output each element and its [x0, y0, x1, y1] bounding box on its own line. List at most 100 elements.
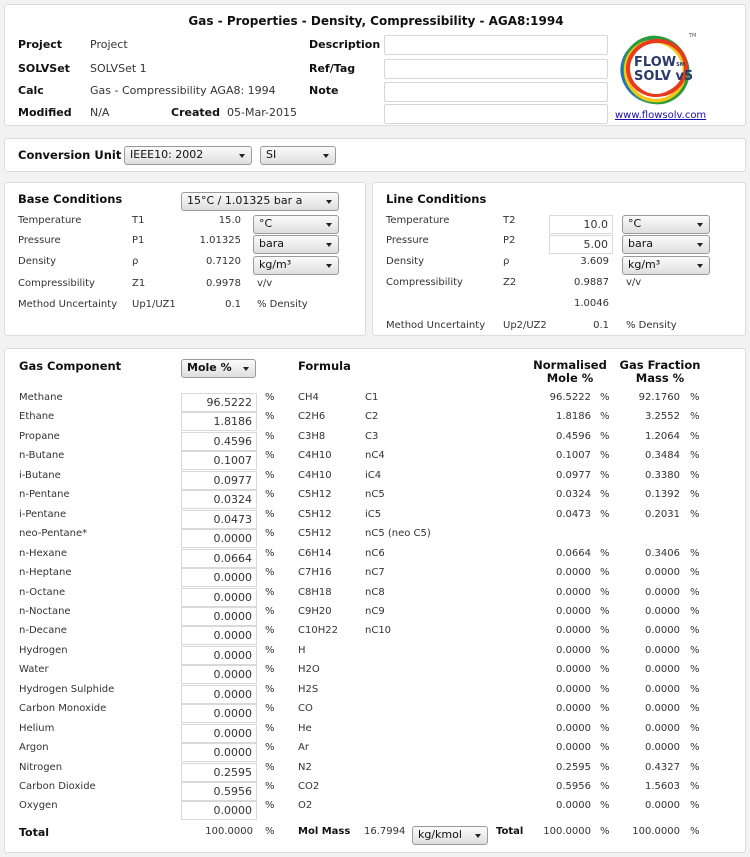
component-formula: C3H8	[298, 430, 326, 442]
chevron-down-icon	[697, 243, 703, 247]
component-normalised: 0.0473	[556, 508, 591, 520]
component-normalised-pct: %	[600, 742, 610, 754]
base-density-value: 0.7120	[206, 256, 241, 267]
component-input[interactable]: 0.0000	[181, 645, 257, 665]
component-name: Carbon Monoxide	[19, 703, 107, 715]
component-mass-pct: %	[690, 644, 700, 656]
component-mass: 0.0000	[645, 644, 680, 656]
component-formula: C8H18	[298, 586, 332, 598]
component-input[interactable]: 0.0000	[181, 723, 257, 743]
conversion-standard-select[interactable]: IEEE10: 2002	[124, 146, 252, 165]
header-panel: Gas - Properties - Density, Compressibil…	[4, 4, 746, 126]
component-normalised-pct: %	[600, 508, 610, 520]
component-normalised: 0.0664	[556, 547, 591, 559]
component-input[interactable]: 0.4596	[181, 431, 257, 451]
project-value: Project	[90, 38, 128, 51]
component-name: Ethane	[19, 411, 55, 423]
component-input[interactable]: 96.5222	[181, 393, 257, 412]
line-pressure-unit-select[interactable]: bara	[622, 235, 710, 254]
component-input[interactable]: 0.0000	[181, 587, 257, 607]
component-normalised-pct: %	[600, 761, 610, 773]
component-input-pct: %	[265, 547, 275, 559]
component-mass: 0.3406	[645, 547, 680, 559]
component-input[interactable]: 0.0664	[181, 548, 257, 568]
line-density-value: 3.609	[580, 256, 609, 267]
component-formula: CH4	[298, 392, 319, 403]
component-input[interactable]: 0.0000	[181, 529, 257, 549]
component-name: Propane	[19, 430, 60, 442]
extra-input[interactable]	[384, 104, 608, 124]
component-name: n-Decane	[19, 625, 67, 637]
line-compressibility-label: Compressibility	[386, 277, 463, 288]
component-input-pct: %	[265, 567, 275, 579]
component-formula: He	[298, 722, 312, 734]
line-uncertainty-label: Method Uncertainty	[386, 320, 486, 331]
component-mass-pct: %	[690, 722, 700, 734]
line-temperature-unit-select[interactable]: °C	[622, 215, 710, 234]
component-input[interactable]: 1.8186	[181, 412, 257, 432]
component-input[interactable]: 0.0000	[181, 704, 257, 724]
component-input[interactable]: 0.5956	[181, 782, 257, 801]
component-mass-pct: %	[690, 586, 700, 598]
base-pressure-unit-select[interactable]: bara	[253, 235, 339, 254]
component-input[interactable]: 0.0324	[181, 490, 257, 510]
component-mass: 0.3380	[645, 469, 680, 481]
component-formula: C9H20	[298, 605, 332, 617]
component-input[interactable]: 0.0000	[181, 801, 257, 821]
line-density-unit-select[interactable]: kg/m³	[622, 256, 710, 275]
mol-mass-value: 16.7994	[364, 826, 406, 837]
component-mass-pct: %	[690, 469, 700, 481]
component-normalised: 0.0000	[556, 664, 591, 676]
component-name: Methane	[19, 392, 63, 403]
total-mass-value: 100.0000	[632, 826, 680, 837]
component-name: n-Butane	[19, 450, 65, 462]
flowsolv-link[interactable]: www.flowsolv.com	[615, 110, 706, 121]
component-input[interactable]: 0.0000	[181, 568, 257, 588]
component-mass-pct: %	[690, 547, 700, 559]
base-preset-select[interactable]: 15°C / 1.01325 bar a	[181, 192, 339, 211]
calc-label: Calc	[18, 84, 44, 97]
line-pressure-input[interactable]: 5.00	[549, 235, 613, 254]
component-mass: 0.3484	[645, 450, 680, 462]
component-input-pct: %	[265, 508, 275, 520]
component-input[interactable]: 0.0000	[181, 684, 257, 704]
component-input[interactable]: 0.0000	[181, 665, 257, 685]
unit-system-select[interactable]: SI	[260, 146, 336, 165]
calc-value: Gas - Compressibility AGA8: 1994	[90, 84, 276, 97]
component-input[interactable]: 0.0977	[181, 470, 257, 490]
component-input[interactable]: 0.0473	[181, 509, 257, 529]
component-mass-pct: %	[690, 625, 700, 637]
component-input[interactable]: 0.2595	[181, 762, 257, 782]
base-uncertainty-unit: % Density	[257, 299, 308, 310]
component-mass-pct: %	[690, 450, 700, 462]
mol-mass-unit-select[interactable]: kg/kmol	[412, 826, 488, 845]
base-uncertainty-symbol: Up1/UZ1	[132, 299, 176, 310]
component-input[interactable]: 0.0000	[181, 743, 257, 763]
component-normalised: 0.0000	[556, 567, 591, 579]
composition-basis-select[interactable]: Mole %	[181, 359, 256, 378]
line-temperature-input[interactable]: 10.0	[549, 215, 613, 234]
note-input[interactable]	[384, 82, 608, 102]
component-mass-pct: %	[690, 411, 700, 423]
base-density-unit-select[interactable]: kg/m³	[253, 256, 339, 275]
description-input[interactable]	[384, 35, 608, 55]
component-normalised-pct: %	[600, 625, 610, 637]
reftag-input[interactable]	[384, 59, 608, 79]
component-normalised: 0.0000	[556, 644, 591, 656]
component-input[interactable]: 0.1007	[181, 451, 257, 471]
line-uncertainty-unit: % Density	[626, 320, 677, 331]
component-mass: 0.2031	[645, 508, 680, 520]
component-code: nC7	[365, 567, 385, 579]
component-normalised-pct: %	[600, 683, 610, 695]
component-input[interactable]: 0.0000	[181, 606, 257, 626]
chevron-down-icon	[243, 367, 249, 371]
component-input-pct: %	[265, 528, 275, 540]
component-input[interactable]: 0.0000	[181, 626, 257, 646]
component-name: i-Pentane	[19, 508, 67, 520]
component-normalised-pct: %	[600, 489, 610, 501]
base-temperature-unit-select[interactable]: °C	[253, 215, 339, 234]
component-mass: 0.0000	[645, 800, 680, 812]
line-temperature-label: Temperature	[386, 215, 450, 226]
chevron-down-icon	[239, 154, 245, 158]
component-normalised-pct: %	[600, 411, 610, 423]
